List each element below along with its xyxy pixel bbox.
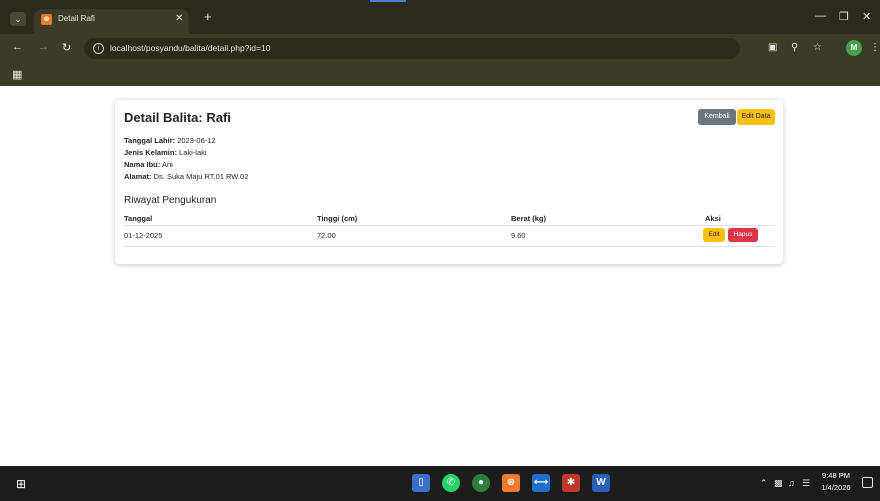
tab-close-icon[interactable]: ✕ xyxy=(175,13,183,24)
apps-grid-icon[interactable]: ▦ xyxy=(12,68,22,81)
site-info-icon[interactable]: i xyxy=(93,43,104,54)
page-title: Detail Balita: Rafi xyxy=(124,110,231,125)
info-value: 2023-06-12 xyxy=(177,136,216,145)
header-tanggal: Tanggal xyxy=(124,214,153,223)
window-close-icon[interactable]: ✕ xyxy=(862,10,871,23)
browser-tab-bar: ⌄ ⊛ Detail Rafi ✕ + — ❐ ✕ xyxy=(0,0,880,34)
chrome-icon[interactable]: ● xyxy=(472,474,490,492)
reload-icon[interactable]: ↻ xyxy=(62,41,71,54)
bookmark-star-icon[interactable]: ☆ xyxy=(813,42,822,53)
header-berat: Berat (kg) xyxy=(511,214,547,223)
cell-berat: 9.60 xyxy=(511,231,526,240)
header-tinggi: Tinggi (cm) xyxy=(317,214,358,223)
address-url[interactable]: localhost/posyandu/balita/detail.php?id=… xyxy=(110,43,270,53)
clock-date[interactable]: 1/4/2026 xyxy=(818,483,854,492)
window-accent-line xyxy=(370,0,406,2)
notification-icon[interactable] xyxy=(862,477,873,488)
page-viewport: Detail Balita: Rafi Kembali Edit Data Ta… xyxy=(0,86,880,466)
address-bar[interactable]: i localhost/posyandu/balita/detail.php?i… xyxy=(84,38,740,59)
tab-title: Detail Rafi xyxy=(58,14,95,23)
info-jenis-kelamin: Jenis Kelamin: Laki-laki xyxy=(124,148,207,157)
header-aksi: Aksi xyxy=(705,214,721,223)
info-tanggal-lahir: Tanggal Lahir: 2023-06-12 xyxy=(124,136,216,145)
filezilla-icon[interactable]: ✱ xyxy=(562,474,580,492)
profile-avatar[interactable]: M xyxy=(846,40,862,56)
tab-search-chevron-icon[interactable]: ⌄ xyxy=(10,12,26,26)
vscode-icon[interactable]: ⟷ xyxy=(532,474,550,492)
table-row-divider xyxy=(124,246,774,247)
info-value: Laki-laki xyxy=(179,148,207,157)
browser-tab[interactable]: ⊛ Detail Rafi ✕ xyxy=(34,9,189,34)
tray-app-icon[interactable]: ▩ xyxy=(774,478,783,489)
new-tab-icon[interactable]: + xyxy=(204,9,212,24)
xampp-icon[interactable]: ⊛ xyxy=(502,474,520,492)
windows-taskbar: ⊞ ▯ ✆ ● ⊛ ⟷ ✱ W ⌃ ▩ ♫ ☰ 9:48 PM 1/4/2026 xyxy=(0,466,880,501)
clock-time[interactable]: 9:48 PM xyxy=(818,471,854,480)
tray-chevron-icon[interactable]: ⌃ xyxy=(760,478,768,489)
detail-card: Detail Balita: Rafi Kembali Edit Data Ta… xyxy=(115,100,783,264)
edit-row-button[interactable]: Edit xyxy=(703,228,725,242)
forward-arrow-icon[interactable]: → xyxy=(38,41,49,53)
zoom-icon[interactable]: ⚲ xyxy=(791,42,798,53)
windows-start-icon[interactable]: ⊞ xyxy=(16,477,26,491)
restore-icon[interactable]: ❐ xyxy=(839,10,849,23)
info-label: Jenis Kelamin: xyxy=(124,148,177,157)
info-value: Ani xyxy=(161,160,173,169)
cell-tanggal: 01-12-2025 xyxy=(124,231,163,240)
table-header-divider xyxy=(124,225,774,226)
info-nama-ibu: Nama Ibu: Ani xyxy=(124,160,173,169)
riwayat-heading: Riwayat Pengukuran xyxy=(124,195,217,206)
browser-toolbar: ← → ↻ i localhost/posyandu/balita/detail… xyxy=(0,34,880,62)
info-alamat: Alamat: Ds. Suka Maju RT.01 RW.02 xyxy=(124,172,248,181)
back-arrow-icon[interactable]: ← xyxy=(12,41,23,53)
word-icon[interactable]: W xyxy=(592,474,610,492)
cell-tinggi: 72.00 xyxy=(317,231,336,240)
info-label: Tanggal Lahir: xyxy=(124,136,176,145)
hapus-row-button[interactable]: Hapus xyxy=(728,228,758,242)
translate-icon[interactable]: ▣ xyxy=(768,42,777,53)
info-label: Nama Ibu: xyxy=(124,160,161,169)
info-value: Ds. Suka Maju RT.01 RW.02 xyxy=(153,172,249,181)
whatsapp-icon[interactable]: ✆ xyxy=(442,474,460,492)
minimize-icon[interactable]: — xyxy=(815,10,826,22)
browser-menu-icon[interactable]: ⋮ xyxy=(870,42,880,53)
bookmarks-bar: ▦ xyxy=(0,62,880,86)
volume-icon[interactable]: ♫ xyxy=(788,478,795,488)
file-explorer-icon[interactable]: ▯ xyxy=(412,474,430,492)
kembali-button[interactable]: Kembali xyxy=(698,109,736,125)
info-label: Alamat: xyxy=(124,172,152,181)
edit-data-button[interactable]: Edit Data xyxy=(737,109,775,125)
wifi-icon[interactable]: ☰ xyxy=(802,478,810,489)
xampp-favicon-icon: ⊛ xyxy=(41,14,52,25)
